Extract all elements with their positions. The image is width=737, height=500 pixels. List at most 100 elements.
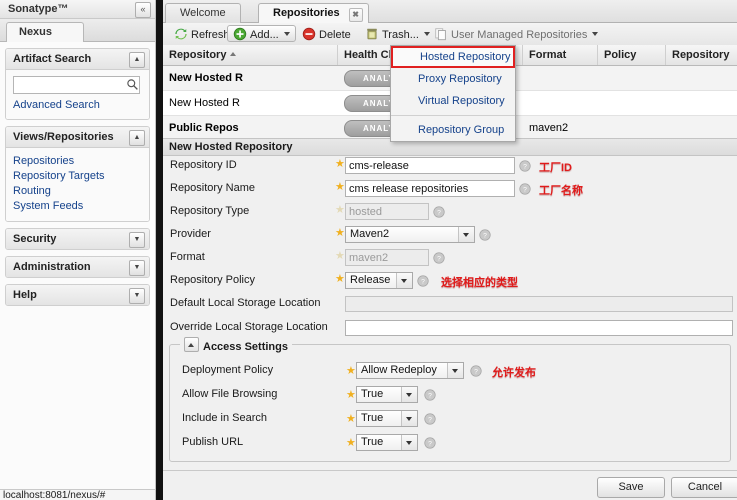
required-star-icon: ★ [335,227,345,239]
menu-item-repository-group[interactable]: Repository Group [391,119,515,141]
tab-repositories[interactable]: Repositories ✖ [258,3,369,23]
provider-select[interactable]: Maven2 [345,226,475,243]
add-plus-icon [233,27,247,41]
deployment-policy-select[interactable]: Allow Redeploy [356,362,464,379]
delete-button[interactable]: Delete [296,25,357,45]
repository-type-input [345,203,429,220]
include-in-search-select[interactable]: True [356,410,418,427]
help-icon[interactable]: ? [470,365,482,377]
user-managed-repositories-label: User Managed Repositories [451,29,588,41]
chevron-down-icon [458,227,474,242]
field-repository-policy-label: Repository Policy [170,274,255,286]
status-bar-url: localhost:8081/nexus/# [3,490,106,500]
form-footer: Save Cancel [163,471,737,500]
trash-button[interactable]: Trash... [359,25,436,45]
add-button[interactable]: Add... [227,25,296,42]
chevron-down-icon [592,32,599,36]
publish-url-select[interactable]: True [356,434,418,451]
help-icon[interactable]: ? [417,275,429,287]
override-local-storage-location-input[interactable] [345,320,733,336]
collapse-up-icon[interactable]: ▲ [129,52,145,68]
collapse-up-icon[interactable] [184,337,199,352]
section-views-repositories-body: Repositories Repository Targets Routing … [6,148,149,221]
expand-down-icon[interactable]: ▼ [129,232,145,248]
help-icon[interactable]: ? [519,160,531,172]
sidebar-item-repository-targets[interactable]: Repository Targets [13,169,142,184]
help-icon[interactable]: ? [479,229,491,241]
menu-item-hosted-repository[interactable]: Hosted Repository [391,46,515,68]
svg-text:?: ? [523,164,527,171]
required-star-icon: ★ [346,389,356,401]
section-artifact-search-body: Advanced Search [6,70,149,119]
svg-text:?: ? [523,187,527,194]
section-views-repositories-header[interactable]: Views/Repositories ▲ [6,127,149,148]
chevron-down-icon [401,387,417,402]
refresh-button-label: Refresh [191,29,230,41]
page-title: New Hosted Repository [169,141,293,153]
publish-url-select-value: True [361,436,384,448]
grid-column-format[interactable]: Format [523,45,598,65]
required-star-icon: ★ [346,437,356,449]
close-icon[interactable]: ✖ [348,8,363,22]
help-icon[interactable]: ? [519,183,531,195]
refresh-icon [174,27,188,41]
svg-text:?: ? [428,441,432,448]
tab-welcome[interactable]: Welcome [165,3,241,23]
section-help-header[interactable]: Help ▼ [6,285,149,305]
help-icon[interactable]: ? [424,437,436,449]
help-icon[interactable]: ? [433,206,445,218]
repository-name-input[interactable] [345,180,515,197]
cell-repository: Public Repos [169,122,239,134]
svg-text:?: ? [428,393,432,400]
copy-pages-icon [434,27,448,41]
field-repository-id: Repository ID ★ ? 工厂ID [163,155,737,178]
field-allow-file-browsing-label: Allow File Browsing [182,388,278,400]
search-input[interactable] [13,76,140,94]
access-settings-legend[interactable]: Access Settings [180,337,292,353]
user-managed-repositories-button[interactable]: User Managed Repositories [428,25,604,45]
menu-item-proxy-repository[interactable]: Proxy Repository [391,68,515,90]
section-artifact-search-header[interactable]: Artifact Search ▲ [6,49,149,70]
cell-repository: New Hosted R [169,97,240,109]
chevron-double-left-icon[interactable]: « [135,2,151,18]
brand-logo: Sonatype™ [8,3,69,15]
allow-file-browsing-select[interactable]: True [356,386,418,403]
section-help-title: Help [13,289,37,301]
sidebar-item-system-feeds[interactable]: System Feeds [13,199,142,214]
expand-down-icon[interactable]: ▼ [129,260,145,276]
menu-item-hosted-repository-label: Hosted Repository [420,51,511,63]
help-icon[interactable]: ? [424,413,436,425]
refresh-button[interactable]: Refresh [168,25,236,45]
help-icon[interactable]: ? [433,252,445,264]
panel-splitter[interactable] [156,0,163,500]
sidebar-item-routing[interactable]: Routing [13,184,142,199]
tab-nexus[interactable]: Nexus [6,22,84,42]
section-views-repositories: Views/Repositories ▲ Repositories Reposi… [5,126,150,222]
field-default-local-storage-location-label: Default Local Storage Location [170,297,321,309]
include-in-search-select-value: True [361,412,384,424]
sidebar-brand-bar: Sonatype™ « [0,0,155,19]
repository-policy-select[interactable]: Release [345,272,413,289]
grid-column-policy[interactable]: Policy [598,45,666,65]
advanced-search-link[interactable]: Advanced Search [13,98,142,112]
grid-column-repository[interactable]: Repository [163,45,338,65]
field-override-local-storage-location-label: Override Local Storage Location [170,321,328,333]
annotation-repository-policy: 选择相应的类型 [441,277,518,289]
trash-icon [365,27,379,41]
field-repository-name-label: Repository Name [170,182,255,194]
menu-item-virtual-repository[interactable]: Virtual Repository [391,90,515,112]
annotation-repository-name: 工厂名称 [539,185,583,197]
help-icon[interactable]: ? [424,389,436,401]
expand-down-icon[interactable]: ▼ [129,288,145,304]
save-button[interactable]: Save [597,477,665,498]
field-repository-id-label: Repository ID [170,159,237,171]
collapse-up-icon[interactable]: ▲ [129,130,145,146]
section-security-header[interactable]: Security ▼ [6,229,149,249]
cancel-button[interactable]: Cancel [671,477,737,498]
required-star-icon: ★ [335,158,345,170]
repository-id-input[interactable] [345,157,515,174]
sidebar-item-repositories[interactable]: Repositories [13,154,142,169]
section-administration-header[interactable]: Administration ▼ [6,257,149,277]
field-format-label: Format [170,251,205,263]
grid-column-repository-status[interactable]: Repository Status [666,45,737,81]
